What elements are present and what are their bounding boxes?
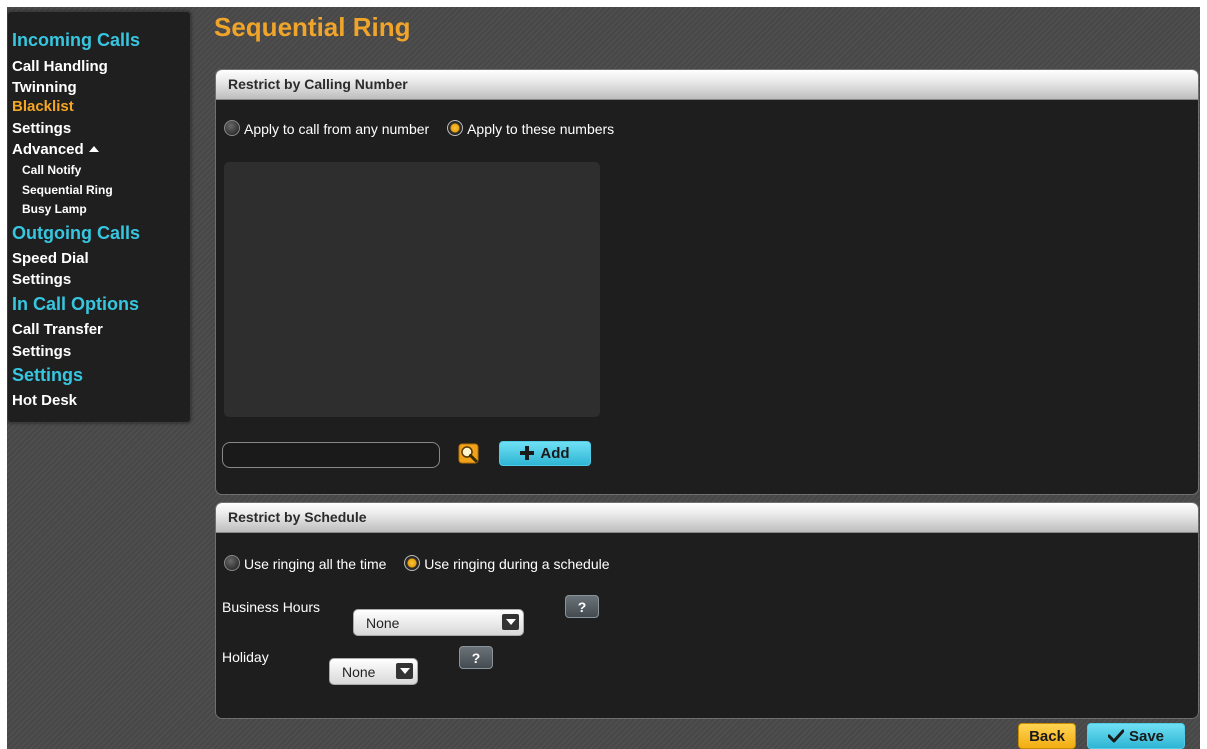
plus-icon xyxy=(520,446,535,460)
business-hours-value: None xyxy=(366,615,400,631)
radio-ringing-schedule-label[interactable]: Use ringing during a schedule xyxy=(424,556,609,572)
add-button-label: Add xyxy=(540,445,570,462)
nav-subitem-sequential-ring[interactable]: Sequential Ring xyxy=(22,183,113,197)
schedule-panel-header: Restrict by Schedule xyxy=(216,503,1198,533)
calling-number-panel-header: Restrict by Calling Number xyxy=(216,70,1198,100)
radio-apply-any-number[interactable] xyxy=(224,120,240,136)
holiday-value: None xyxy=(342,664,376,680)
nav-item-twinning[interactable]: Twinning xyxy=(12,79,77,96)
nav-item-advanced-label: Advanced xyxy=(12,141,84,158)
nav-item-speed-dial[interactable]: Speed Dial xyxy=(12,250,89,267)
radio-ringing-schedule[interactable] xyxy=(404,555,421,571)
business-hours-select[interactable]: None xyxy=(353,609,524,636)
save-button-label: Save xyxy=(1128,727,1165,745)
nav-header-outgoing-calls: Outgoing Calls xyxy=(12,223,140,243)
back-button[interactable]: Back xyxy=(1018,723,1076,749)
calling-number-radio-group: Apply to call from any number Apply to t… xyxy=(224,120,628,137)
nav-item-call-transfer[interactable]: Call Transfer xyxy=(12,321,103,338)
nav-header-settings: Settings xyxy=(12,365,84,385)
nav-item-in-call-settings[interactable]: Settings xyxy=(12,343,71,360)
number-list[interactable] xyxy=(224,162,600,417)
business-hours-label: Business Hours xyxy=(222,599,321,615)
nav-subitem-busy-lamp[interactable]: Busy Lamp xyxy=(22,202,87,216)
holiday-label: Holiday xyxy=(222,649,269,665)
holiday-select[interactable]: None xyxy=(329,658,418,685)
sidebar-nav: Incoming Calls Call Handling Twinning Bl… xyxy=(7,11,191,423)
chevron-down-icon xyxy=(396,663,413,679)
nav-item-call-handling[interactable]: Call Handling xyxy=(12,58,108,75)
radio-apply-these-numbers[interactable] xyxy=(447,120,464,136)
chevron-down-icon xyxy=(502,614,519,630)
nav-header-incoming-calls: Incoming Calls xyxy=(12,30,141,50)
calling-number-panel: Restrict by Calling Number Apply to call… xyxy=(215,69,1199,495)
schedule-radio-group: Use ringing all the time Use ringing dur… xyxy=(224,555,624,572)
nav-subitem-call-notify[interactable]: Call Notify xyxy=(22,163,81,177)
holiday-help-button[interactable]: ? xyxy=(459,646,493,669)
save-button[interactable]: Save xyxy=(1087,723,1185,749)
page-title: Sequential Ring xyxy=(214,12,411,42)
nav-item-hot-desk[interactable]: Hot Desk xyxy=(12,392,77,409)
radio-apply-any-number-label[interactable]: Apply to call from any number xyxy=(244,121,429,137)
schedule-panel: Restrict by Schedule Use ringing all the… xyxy=(215,502,1199,719)
nav-item-outgoing-settings[interactable]: Settings xyxy=(12,271,71,288)
contact-lookup-icon[interactable] xyxy=(456,441,482,467)
app-window: Incoming Calls Call Handling Twinning Bl… xyxy=(7,7,1200,749)
nav-item-blacklist[interactable]: Blacklist xyxy=(12,98,74,115)
collapse-up-icon xyxy=(88,146,99,152)
nav-header-in-call-options: In Call Options xyxy=(12,294,140,314)
radio-ringing-all-time-label[interactable]: Use ringing all the time xyxy=(244,556,386,572)
radio-apply-these-numbers-label[interactable]: Apply to these numbers xyxy=(467,121,614,137)
nav-item-advanced[interactable]: Advanced xyxy=(12,141,99,158)
radio-ringing-all-time[interactable] xyxy=(224,555,240,571)
add-number-button[interactable]: Add xyxy=(499,441,591,466)
business-hours-help-button[interactable]: ? xyxy=(565,595,599,618)
checkmark-icon xyxy=(1107,729,1125,742)
number-input[interactable] xyxy=(222,442,440,468)
nav-item-incoming-settings[interactable]: Settings xyxy=(12,120,71,137)
